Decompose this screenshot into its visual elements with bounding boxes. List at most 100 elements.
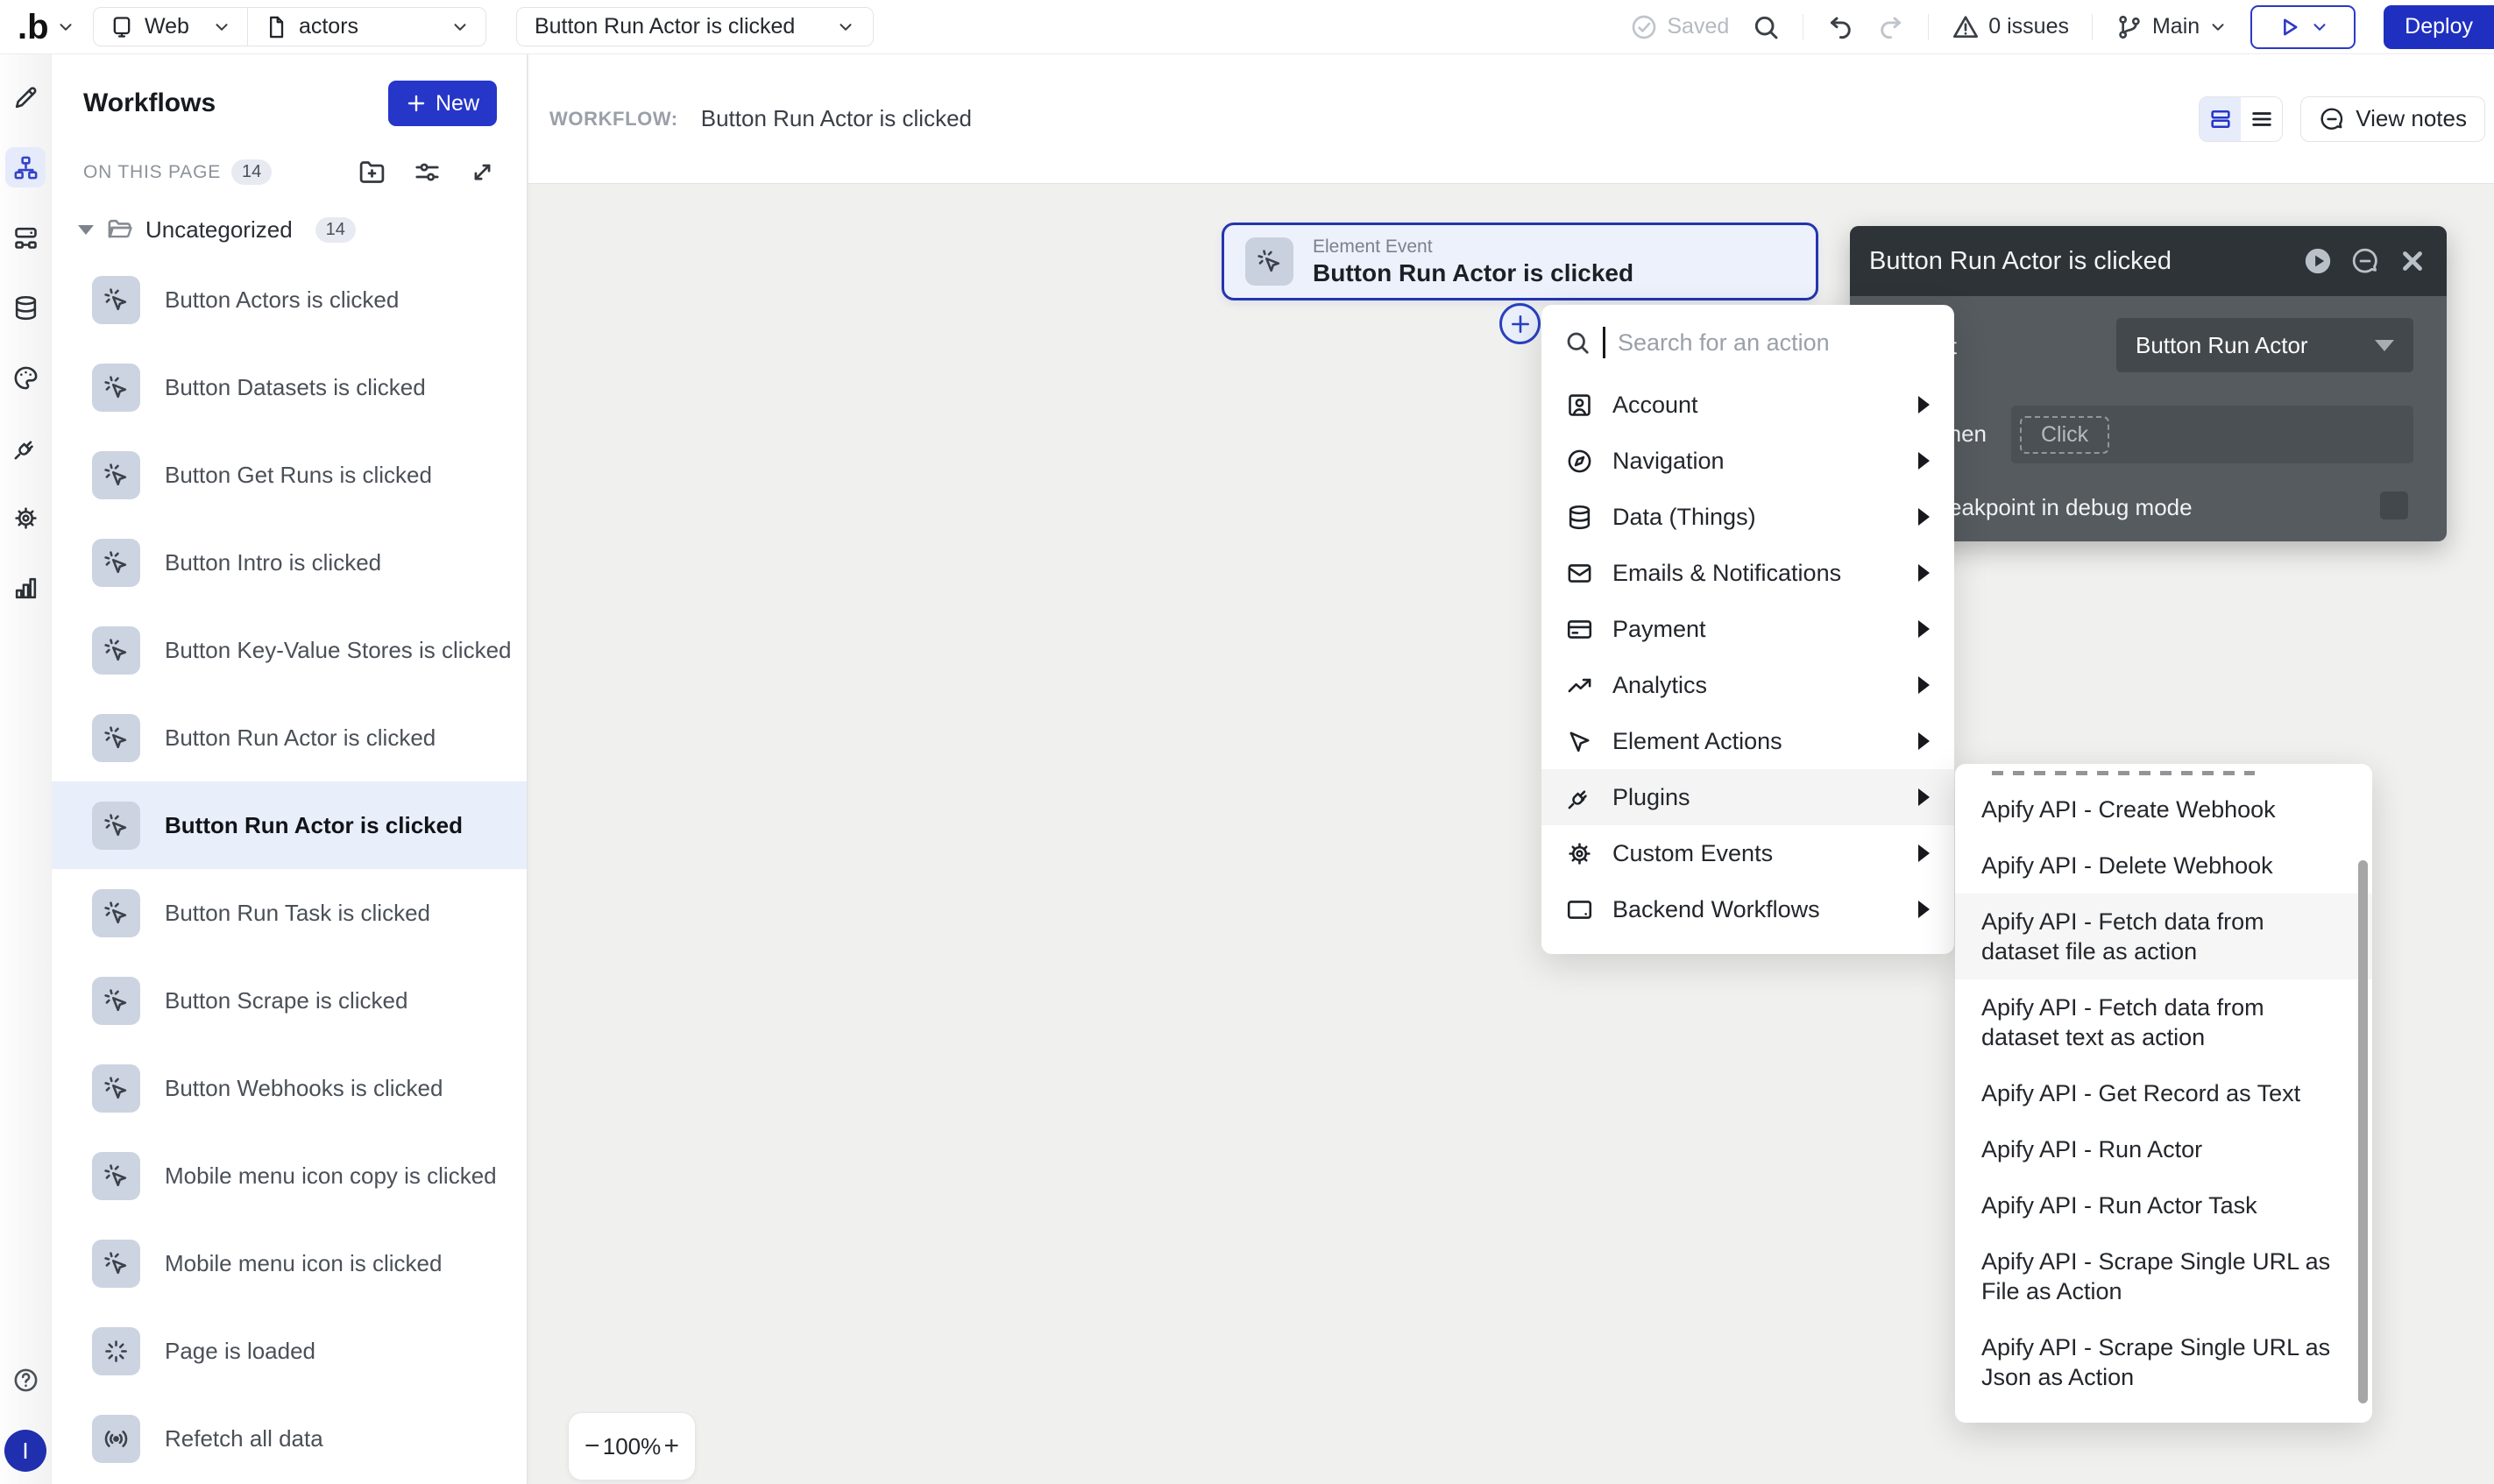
filter-sliders-icon[interactable] [413, 158, 442, 187]
rail-item-design[interactable] [5, 77, 46, 117]
workflow-list-item[interactable]: Button Key-Value Stores is clicked [52, 606, 527, 694]
workflow-list-item-selected[interactable]: Button Run Actor is clicked [52, 781, 527, 869]
expand-icon[interactable] [468, 158, 497, 187]
workflow-list-item[interactable]: Button Webhooks is clicked [52, 1044, 527, 1132]
environment-selector[interactable]: Web [94, 8, 247, 46]
submenu-item[interactable]: Apify API - Run Actor Task [1955, 1177, 2372, 1233]
property-panel-header[interactable]: Button Run Actor is clicked [1850, 226, 2447, 296]
submenu-item[interactable]: Apify API - Delete Webhook [1955, 837, 2372, 894]
submenu-item[interactable]: Apify API - Scrape Single URL as File as… [1955, 1233, 2372, 1319]
palette-icon [12, 364, 39, 392]
workflow-list-item[interactable]: Refetch all data [52, 1395, 527, 1482]
action-category-navigation[interactable]: Navigation [1541, 433, 1954, 489]
action-category-data[interactable]: Data (Things) [1541, 489, 1954, 545]
action-category-emails[interactable]: Emails & Notifications [1541, 545, 1954, 601]
submenu-scrollbar-thumb[interactable] [2358, 860, 2368, 1403]
branch-selector[interactable]: Main [2115, 13, 2228, 41]
submenu-item[interactable]: Apify API - Create Webhook [1955, 781, 2372, 837]
breakpoint-checkbox[interactable] [2380, 491, 2408, 519]
submenu-item[interactable]: Apify API - Run Actor [1955, 1121, 2372, 1177]
warning-triangle-icon [1952, 13, 1980, 41]
action-category-plugins[interactable]: Plugins [1541, 769, 1954, 825]
new-workflow-button[interactable]: New [388, 81, 497, 126]
folder-row-uncategorized[interactable]: Uncategorized 14 [52, 187, 527, 244]
workflow-item-label: Refetch all data [165, 1425, 323, 1452]
submenu-arrow-icon [1918, 508, 1930, 526]
page-icon [264, 15, 288, 39]
issues-count-label: 0 issues [1988, 14, 2069, 39]
action-category-element-actions[interactable]: Element Actions [1541, 713, 1954, 769]
workflow-list-item[interactable]: Button Scrape is clicked [52, 957, 527, 1044]
event-card[interactable]: Element Event Button Run Actor is clicke… [1222, 223, 1818, 300]
action-category-payment[interactable]: Payment [1541, 601, 1954, 657]
rail-item-styles[interactable] [5, 357, 46, 398]
zoom-out-button[interactable]: − [585, 1431, 600, 1461]
workflow-item-label: Button Datasets is clicked [165, 374, 426, 401]
run-play-icon[interactable] [2303, 246, 2333, 276]
submenu-item[interactable]: Run javascript [1955, 1405, 2372, 1423]
search-icon[interactable] [1752, 13, 1780, 41]
page-selector[interactable]: actors [247, 8, 485, 46]
submenu-item[interactable]: Apify API - Scrape Single URL as Json as… [1955, 1319, 2372, 1405]
close-icon[interactable] [2398, 246, 2427, 276]
view-notes-button[interactable]: View notes [2300, 96, 2485, 142]
workflow-list-item[interactable]: Button Run Actor is clicked [52, 694, 527, 781]
action-category-custom-events[interactable]: Custom Events [1541, 825, 1954, 881]
when-field[interactable]: Click [2011, 406, 2413, 463]
workflow-selector[interactable]: Button Run Actor is clicked [516, 7, 874, 46]
user-avatar[interactable]: I [4, 1430, 46, 1472]
when-value-chip[interactable]: Click [2020, 416, 2109, 454]
action-category-backend-workflows[interactable]: Backend Workflows [1541, 881, 1954, 937]
workflow-list-item[interactable]: Button Intro is clicked [52, 519, 527, 606]
workflow-list-item[interactable]: Button Actors is clicked [52, 256, 527, 343]
click-event-icon [92, 1064, 140, 1113]
deploy-button[interactable]: Deploy [2384, 5, 2494, 49]
context-selector-group: Web actors [93, 7, 486, 46]
workflow-list-item[interactable]: Mobile menu icon is clicked [52, 1219, 527, 1307]
zoom-in-button[interactable]: + [663, 1431, 679, 1461]
rail-item-workflows[interactable] [5, 147, 46, 187]
rail-item-components[interactable] [5, 217, 46, 258]
click-event-icon [92, 276, 140, 324]
toolbar-divider [1928, 14, 1929, 40]
action-category-analytics[interactable]: Analytics [1541, 657, 1954, 713]
chevron-down-icon [836, 18, 855, 37]
pencil-icon [12, 84, 39, 111]
caret-down-icon[interactable] [78, 225, 94, 235]
action-search-input[interactable] [1618, 329, 1931, 357]
workflow-list-item[interactable]: Button Run Task is clicked [52, 869, 527, 957]
card-view-toggle[interactable] [2200, 97, 2241, 141]
app-logo[interactable]: b [18, 10, 93, 45]
add-action-button[interactable] [1499, 303, 1541, 344]
add-folder-icon[interactable] [358, 158, 386, 187]
view-notes-label: View notes [2356, 105, 2467, 132]
preview-button[interactable] [2250, 5, 2356, 49]
workflow-canvas[interactable]: WORKFLOW: Button Run Actor is clicked Vi… [528, 54, 2494, 1484]
action-category-account[interactable]: Account [1541, 377, 1954, 433]
git-branch-icon [2115, 13, 2143, 41]
rail-item-logs[interactable] [5, 568, 46, 608]
avatar-initial: I [22, 1438, 28, 1465]
workflow-list-item[interactable]: Page is loaded [52, 1307, 527, 1395]
submenu-item[interactable]: Apify API - Fetch data from dataset text… [1955, 979, 2372, 1065]
folder-name: Uncategorized [145, 216, 293, 244]
workflow-list-item[interactable]: Button Datasets is clicked [52, 343, 527, 431]
rail-item-data[interactable] [5, 287, 46, 328]
list-view-toggle[interactable] [2241, 97, 2282, 141]
plugins-submenu: Apify API - Create Webhook Apify API - D… [1955, 764, 2372, 1423]
element-dropdown[interactable]: Button Run Actor [2116, 318, 2413, 372]
workflow-item-label: Page is loaded [165, 1338, 315, 1365]
action-search-row[interactable] [1541, 314, 1954, 371]
help-button[interactable] [5, 1360, 46, 1400]
workflow-list-item[interactable]: Button Get Runs is clicked [52, 431, 527, 519]
submenu-item[interactable]: Apify API - Get Record as Text [1955, 1065, 2372, 1121]
redo-icon[interactable] [1877, 13, 1905, 41]
undo-icon[interactable] [1826, 13, 1854, 41]
comment-icon[interactable] [2350, 246, 2380, 276]
workflow-list-item[interactable]: Mobile menu icon copy is clicked [52, 1132, 527, 1219]
rail-item-settings[interactable] [5, 498, 46, 538]
submenu-item-hovered[interactable]: Apify API - Fetch data from dataset file… [1955, 894, 2372, 979]
workflow-item-label: Button Run Actor is clicked [165, 812, 463, 839]
issues-indicator[interactable]: 0 issues [1952, 13, 2069, 41]
rail-item-plugins[interactable] [5, 428, 46, 468]
